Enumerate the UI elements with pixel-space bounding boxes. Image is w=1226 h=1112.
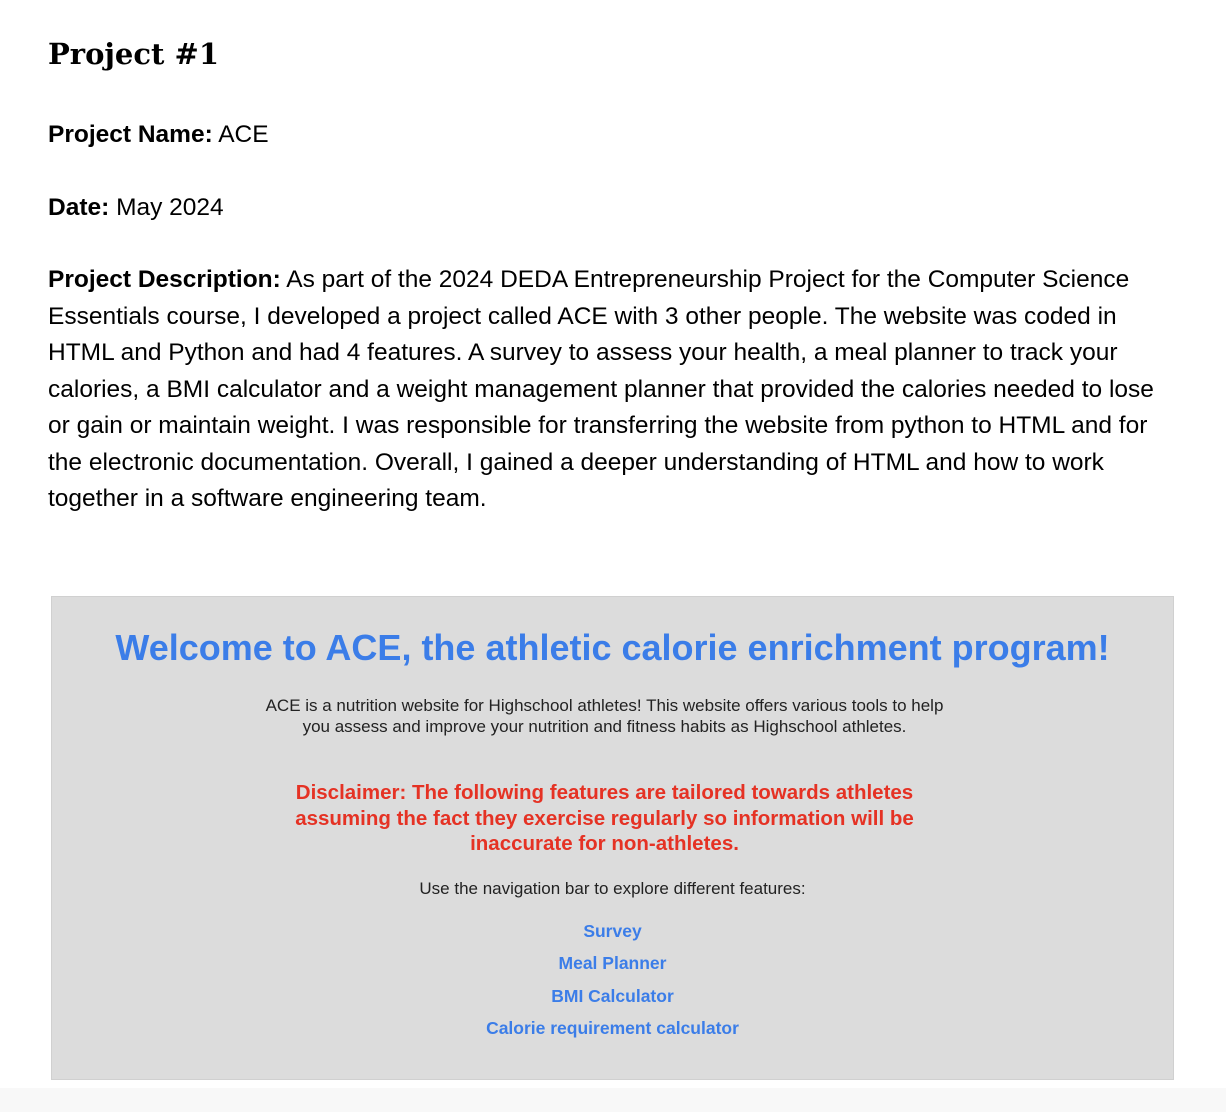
description-text: As part of the 2024 DEDA Entrepreneurshi… [48,266,1154,512]
nav-item-meal-planner: Meal Planner [52,953,1173,985]
nav-hint-text: Use the navigation bar to explore differ… [419,879,806,898]
disclaimer-text: Disclaimer: The following features are t… [295,781,914,855]
page-bottom-edge [0,1088,1226,1112]
project-description: Project Description: As part of the 2024… [48,262,1178,518]
intro-text: ACE is a nutrition website for Highschoo… [265,696,944,736]
ace-website-screenshot: Welcome to ACE, the athletic calorie enr… [51,596,1174,1080]
project-name-line: Project Name: ACE [48,117,269,154]
calorie-calculator-link[interactable]: Calorie requirement calculator [486,1018,739,1038]
bmi-calculator-link[interactable]: BMI Calculator [551,986,674,1006]
nav-item-calorie-calculator: Calorie requirement calculator [52,1018,1173,1050]
nav-item-bmi-calculator: BMI Calculator [52,986,1173,1018]
project-name-value: ACE [212,121,269,148]
nav-item-survey: Survey [52,921,1173,953]
meal-planner-link[interactable]: Meal Planner [559,953,667,973]
feature-nav-list: Survey Meal Planner BMI Calculator Calor… [52,921,1173,1050]
project-name-label: Project Name: [48,121,213,148]
welcome-heading: Welcome to ACE, the athletic calorie enr… [115,627,1110,668]
project-heading: Project #1 [48,37,219,71]
description-label: Project Description: [48,266,281,293]
survey-link[interactable]: Survey [583,921,641,941]
date-value: May 2024 [109,194,224,221]
project-date-line: Date: May 2024 [48,190,224,227]
date-label: Date: [48,194,110,221]
